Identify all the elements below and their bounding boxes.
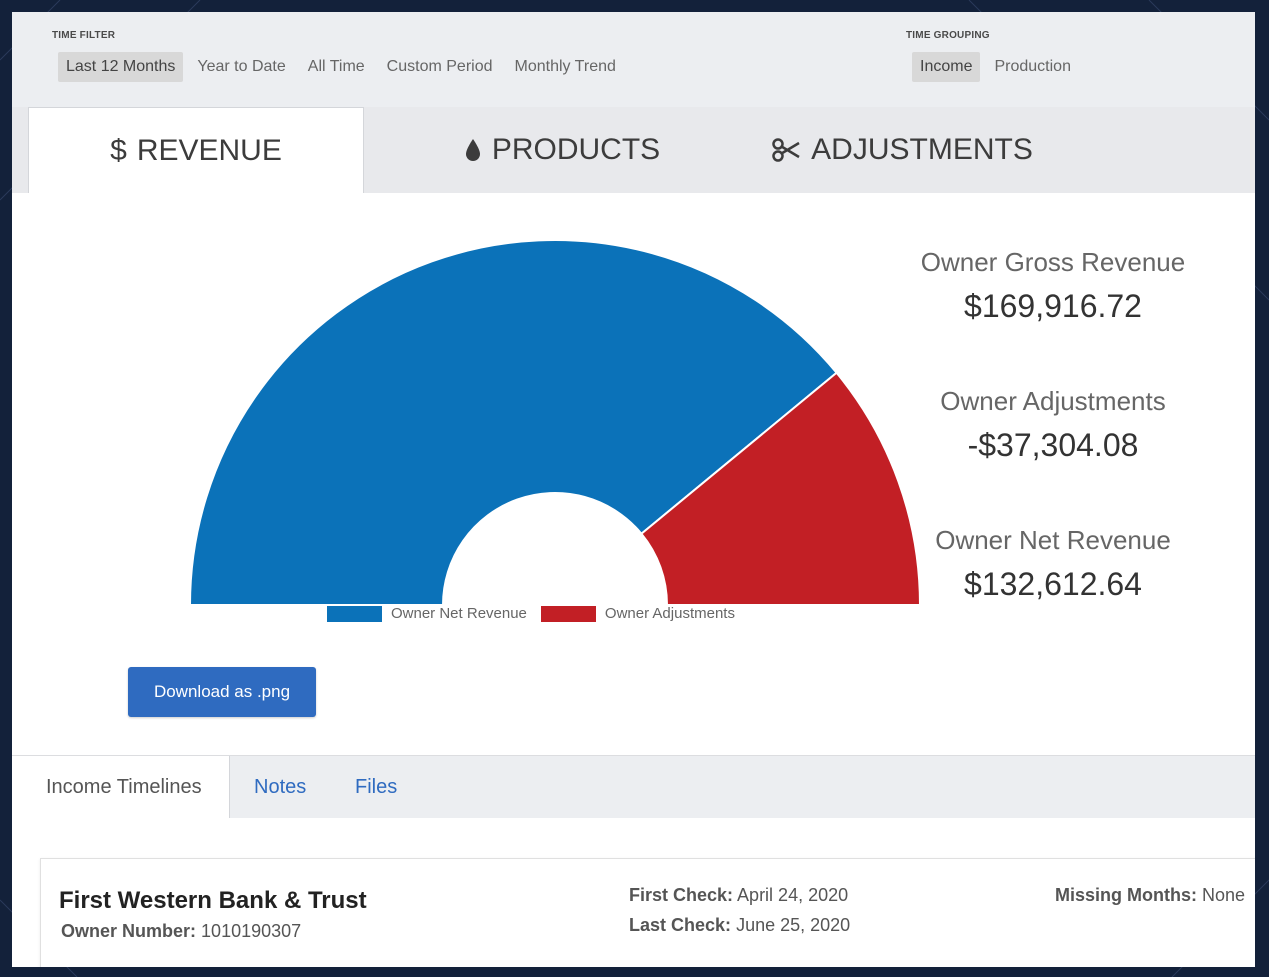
tab-adjustments[interactable]: ADJUSTMENTS [732, 107, 1072, 193]
last-check-value: June 25, 2020 [736, 915, 851, 935]
legend-swatch-net-revenue [327, 605, 382, 622]
filter-all-time[interactable]: All Time [300, 52, 373, 82]
first-check: First Check: April 24, 2020 [629, 885, 848, 906]
grouping-income[interactable]: Income [912, 52, 981, 82]
stat-net-revenue-value: $132,612.64 [964, 566, 1142, 602]
tab-income-timelines[interactable]: Income Timelines [12, 756, 230, 818]
stat-gross-revenue: Owner Gross Revenue $169,916.72 [888, 247, 1218, 325]
revenue-panel: Owner Net Revenue Owner Adjustments Down… [12, 193, 1255, 755]
missing-months-label: Missing Months: [1055, 885, 1197, 905]
owner-number-label: Owner Number: [61, 921, 197, 941]
filter-custom-period[interactable]: Custom Period [379, 52, 501, 82]
filter-last-12-months[interactable]: Last 12 Months [58, 52, 184, 82]
stat-net-revenue: Owner Net Revenue $132,612.64 [888, 525, 1218, 603]
tab-products[interactable]: PRODUCTS [412, 107, 712, 193]
missing-months-value: None [1202, 885, 1246, 905]
stat-adjustments-label: Owner Adjustments [940, 386, 1166, 416]
tab-notes[interactable]: Notes [238, 756, 322, 818]
time-grouping-label: TIME GROUPING [906, 30, 990, 41]
droplet-icon [464, 138, 482, 162]
main-tabs: $ REVENUE PRODUCTS ADJUSTMENTS [12, 107, 1255, 195]
stat-adjustments: Owner Adjustments -$37,304.08 [888, 386, 1218, 464]
time-filter-options: Last 12 Months Year to Date All Time Cus… [58, 52, 624, 82]
first-check-label: First Check: [629, 885, 734, 905]
dollar-icon: $ [110, 134, 127, 167]
owner-number-value: 1010190307 [201, 921, 302, 941]
sub-tabs: Income Timelines Notes Files [12, 755, 1255, 819]
filter-year-to-date[interactable]: Year to Date [189, 52, 293, 82]
legend-item-adjustments[interactable]: Owner Adjustments [540, 605, 735, 622]
revenue-half-donut-chart [188, 239, 922, 606]
owner-number: Owner Number: 1010190307 [61, 921, 301, 942]
time-filter-label: TIME FILTER [52, 30, 116, 41]
app-frame: TIME FILTER Last 12 Months Year to Date … [12, 12, 1255, 967]
tab-products-label: PRODUCTS [491, 133, 661, 166]
stat-gross-revenue-label: Owner Gross Revenue [920, 247, 1186, 277]
scissors-icon [771, 138, 801, 162]
stat-gross-revenue-value: $169,916.72 [964, 288, 1142, 324]
filter-monthly-trend[interactable]: Monthly Trend [507, 52, 624, 82]
download-png-button[interactable]: Download as .png [128, 667, 316, 717]
missing-months: Missing Months: None [1055, 885, 1245, 906]
chart-legend: Owner Net Revenue Owner Adjustments [327, 605, 749, 622]
time-grouping-options: Income Production [912, 52, 1079, 82]
record-card: First Western Bank & Trust Owner Number:… [40, 858, 1255, 967]
filter-bar: TIME FILTER Last 12 Months Year to Date … [12, 12, 1255, 96]
first-check-value: April 24, 2020 [737, 885, 849, 905]
income-timelines-panel: First Western Bank & Trust Owner Number:… [12, 818, 1255, 967]
legend-swatch-adjustments [540, 605, 596, 622]
tab-revenue[interactable]: $ REVENUE [28, 107, 364, 195]
tab-adjustments-label: ADJUSTMENTS [811, 133, 1033, 166]
legend-label-adjustments: Owner Adjustments [604, 605, 735, 622]
bank-name: First Western Bank & Trust [59, 887, 367, 914]
stat-net-revenue-label: Owner Net Revenue [935, 525, 1171, 555]
last-check: Last Check: June 25, 2020 [629, 915, 850, 936]
tab-files[interactable]: Files [339, 756, 413, 818]
tab-revenue-label: REVENUE [136, 134, 282, 167]
legend-item-net-revenue[interactable]: Owner Net Revenue [327, 605, 527, 622]
stat-adjustments-value: -$37,304.08 [967, 427, 1139, 463]
grouping-production[interactable]: Production [986, 52, 1079, 82]
last-check-label: Last Check: [629, 915, 732, 935]
legend-label-net-revenue: Owner Net Revenue [391, 605, 527, 622]
